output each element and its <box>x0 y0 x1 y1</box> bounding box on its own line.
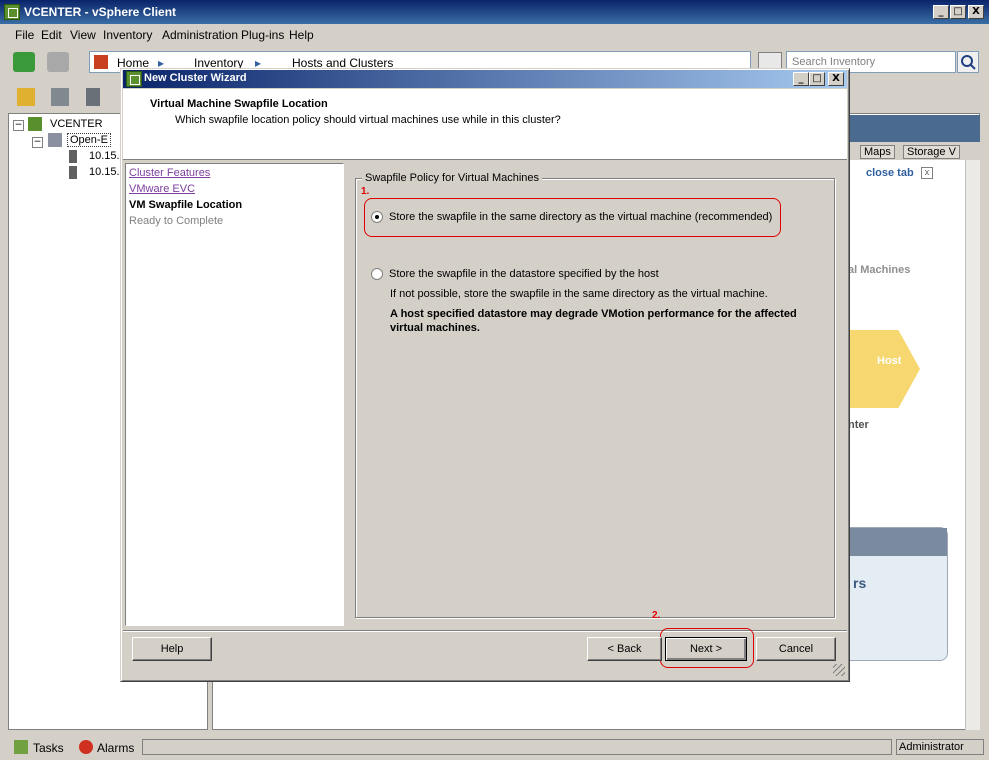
option-host-datastore-label[interactable]: Store the swapfile in the datastore spec… <box>389 268 659 280</box>
close-button[interactable]: X <box>968 5 984 19</box>
maximize-button[interactable]: □ <box>950 5 966 19</box>
tab-storage-views[interactable]: Storage V <box>903 145 960 159</box>
background-label-center: nter <box>848 419 869 431</box>
add-host-icon[interactable] <box>86 88 100 106</box>
user-label: Administrator <box>896 739 984 755</box>
search-icon[interactable] <box>957 51 979 73</box>
option-host-datastore-warning: A host specified datastore may degrade V… <box>390 308 797 334</box>
wizard-title-bar: New Cluster Wizard _ □ X <box>123 70 847 88</box>
minimize-button[interactable]: _ <box>933 5 949 19</box>
info-box-header <box>849 528 947 556</box>
step-cluster-features[interactable]: Cluster Features <box>129 167 210 179</box>
collapse-icon[interactable]: − <box>13 120 24 131</box>
step-vmware-evc[interactable]: VMware EVC <box>129 183 195 195</box>
home-icon <box>94 55 108 69</box>
menu-administration[interactable]: Administration <box>162 28 238 42</box>
wizard-app-icon <box>126 71 142 87</box>
status-message-area <box>142 739 892 755</box>
wizard-title: New Cluster Wizard <box>144 72 247 84</box>
close-tab-link[interactable]: close tab <box>866 167 914 179</box>
tree-item-datacenter[interactable]: Open-E <box>67 133 111 147</box>
menu-edit[interactable]: Edit <box>41 28 62 42</box>
menu-inventory[interactable]: Inventory <box>103 28 152 42</box>
forward-arrow-icon[interactable] <box>47 52 69 72</box>
wizard-step-subtitle: Which swapfile location policy should vi… <box>175 114 561 126</box>
step-vm-swapfile-location: VM Swapfile Location <box>129 199 243 211</box>
wizard-close-button[interactable]: X <box>828 72 844 86</box>
step-ready-to-complete: Ready to Complete <box>129 215 224 227</box>
background-label-host: Host <box>877 355 902 367</box>
host-icon <box>69 166 77 179</box>
vertical-scrollbar[interactable] <box>965 160 980 730</box>
annotation-1: 1. <box>361 186 370 197</box>
menu-help[interactable]: Help <box>289 28 314 42</box>
alarms-icon <box>79 740 93 754</box>
menu-file[interactable]: File <box>15 28 34 42</box>
new-folder-icon[interactable] <box>17 88 35 106</box>
back-button[interactable]: < Back <box>587 637 662 661</box>
alarms-button[interactable]: Alarms <box>97 741 134 755</box>
next-button[interactable]: Next > <box>665 637 747 661</box>
vcenter-icon <box>28 117 42 131</box>
background-info-box: rs <box>848 527 948 661</box>
tree-item-host-1[interactable]: 10.15. <box>89 150 120 162</box>
wizard-header: Virtual Machine Swapfile Location Which … <box>123 89 847 160</box>
wizard-steps-panel: Cluster Features VMware EVC VM Swapfile … <box>125 163 344 626</box>
window-title: VCENTER - vSphere Client <box>24 5 177 19</box>
wizard-minimize-button[interactable]: _ <box>793 72 809 86</box>
datacenter-icon <box>48 133 62 147</box>
option-host-datastore-note: If not possible, store the swapfile in t… <box>390 288 768 300</box>
tasks-icon <box>14 740 28 754</box>
group-title: Swapfile Policy for Virtual Machines <box>362 172 543 184</box>
close-tab-icon[interactable]: x <box>921 167 933 179</box>
host-icon <box>69 150 77 163</box>
background-label-vms: al Machines <box>848 264 911 276</box>
tree-item-host-2[interactable]: 10.15. <box>89 166 120 178</box>
swapfile-policy-group <box>355 178 835 618</box>
main-window-title-bar: VCENTER - vSphere Client _ □ X <box>0 0 989 24</box>
back-arrow-icon[interactable] <box>13 52 35 72</box>
menu-plugins[interactable]: Plug-ins <box>241 28 284 42</box>
vsphere-app-icon <box>4 4 20 20</box>
menu-bar: File Edit View Inventory Administration … <box>0 24 989 46</box>
background-label-rs: rs <box>853 575 867 591</box>
option-host-datastore-radio[interactable] <box>371 268 383 280</box>
tasks-button[interactable]: Tasks <box>33 741 64 755</box>
collapse-icon[interactable]: − <box>32 137 43 148</box>
resize-grip-icon[interactable] <box>833 664 845 676</box>
tab-maps[interactable]: Maps <box>860 145 895 159</box>
tab-strip: Maps Storage V <box>848 142 980 160</box>
menu-view[interactable]: View <box>70 28 96 42</box>
option-same-directory-radio[interactable] <box>371 211 383 223</box>
annotation-2: 2. <box>652 610 661 621</box>
wizard-maximize-button[interactable]: □ <box>809 72 825 86</box>
new-cluster-icon[interactable] <box>51 88 69 106</box>
content-header <box>848 115 980 142</box>
tree-item-vcenter[interactable]: VCENTER <box>50 118 103 130</box>
cancel-button[interactable]: Cancel <box>756 637 836 661</box>
help-button[interactable]: Help <box>132 637 212 661</box>
wizard-step-title: Virtual Machine Swapfile Location <box>150 98 328 110</box>
search-placeholder: Search Inventory <box>792 56 876 68</box>
option-same-directory-label[interactable]: Store the swapfile in the same directory… <box>389 211 772 223</box>
status-bar: Tasks Alarms Administrator <box>0 736 989 760</box>
